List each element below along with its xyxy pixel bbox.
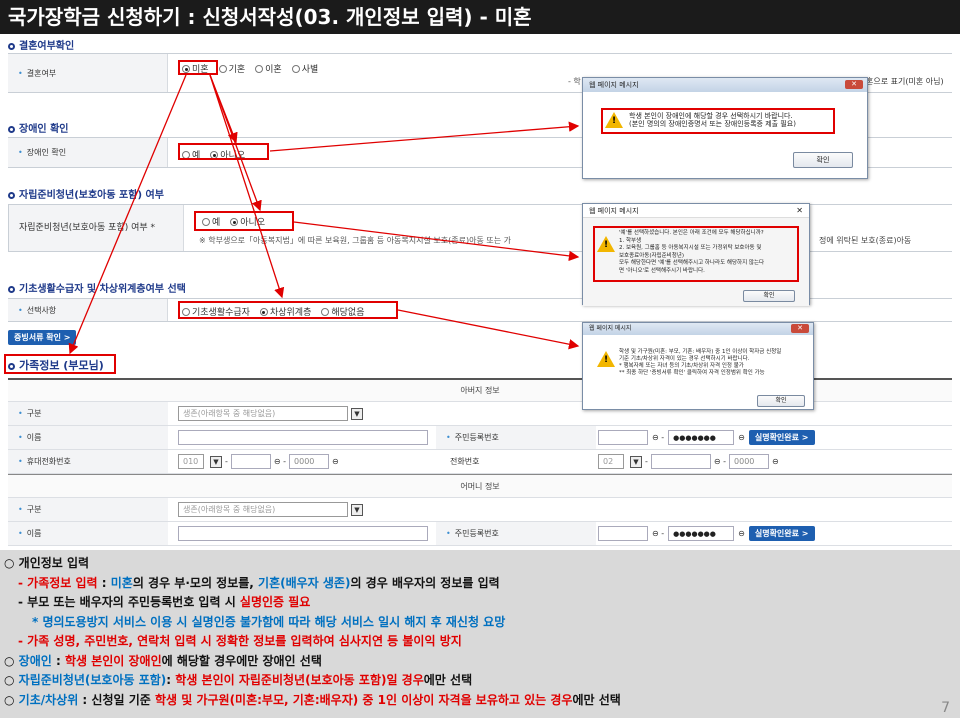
highlight-single [178, 60, 218, 75]
dialog-message: '예'를 선택하셨습니다. 본인은 아래 조건에 모두 해당하십니까? 1. 학… [619, 230, 765, 274]
dialog-title: 웹 페이지 메시지 [589, 81, 639, 89]
mother-type-row: • 구분 생존(아래항목 중 해당없음) ▼ [8, 498, 952, 522]
father-type-select[interactable]: 생존(아래항목 중 해당없음) [178, 406, 348, 421]
dialog-message: 학생 본인이 장애인에 해당할 경우 선택하시기 바랍니다. (본인 명의의 장… [629, 112, 796, 128]
independent-note-right: 정에 위탁된 보호(종료)아동 [819, 236, 912, 245]
evidence-check-button[interactable]: 증빙서류 확인 > [8, 330, 77, 345]
father-phone-row: • 휴대전화번호 010 ▼ - ⊖ -0000 ⊖ 전화번호 02 ▼ - ⊖ -0000 ⊖ [8, 450, 952, 474]
dialog-disabled: 웹 페이지 메시지 ✕ ! 학생 본인이 장애인에 해당할 경우 선택하시기 바랍… [582, 77, 868, 179]
chevron-down-icon[interactable]: ▼ [351, 503, 363, 516]
radio-widowed[interactable]: 사별 [291, 62, 318, 75]
close-icon[interactable]: ✕ [796, 204, 803, 218]
note-line-7: ○ 기초/차상위 : 신청일 기준 학생 및 가구원(미혼:부모, 기혼:배우자… [4, 692, 621, 707]
radio-divorced[interactable]: 이혼 [255, 62, 282, 75]
marriage-note-right: 혼으로 표기(미혼 아님) [866, 77, 944, 86]
mobile-prefix-select[interactable]: 010 [178, 454, 204, 469]
note-line-5: ○ 장애인 : 학생 본인이 장애인에 해당할 경우에만 장애인 선택 [4, 653, 322, 668]
notes-heading: ○ 개인정보 입력 [4, 556, 90, 570]
highlight-family [4, 354, 116, 374]
section-marriage-title: 결혼여부확인 [19, 41, 75, 52]
dialog-independent: 웹 페이지 메시지 ✕ ! '예'를 선택하셨습니다. 본인은 아래 조건에 모두… [582, 203, 810, 306]
father-rrn-front[interactable] [598, 430, 648, 445]
radio-married[interactable]: 기혼 [218, 62, 245, 75]
section-disabled: 장애인 확인 [8, 120, 68, 135]
close-icon[interactable]: ✕ [791, 324, 809, 333]
phone-prefix-select[interactable]: 02 [598, 454, 624, 469]
father-name-row: • 이름 • 주민등록번호 ⊖ - ●●●●●●● ⊖ 실명확인완료 > [8, 426, 952, 450]
phone-mid-input[interactable] [650, 454, 711, 469]
independent-note: ※ 학부생으로「아동복지법」에 따른 보육원, 그룹홈 등 아동복지시설 보호(… [199, 236, 511, 245]
mobile-last-input[interactable]: 0000 [289, 454, 330, 469]
dialog-welfare: 웹 페이지 메시지 ✕ ! 학생 및 가구원(미혼: 부모, 기혼: 배우자) 중… [582, 322, 814, 410]
chevron-down-icon[interactable]: ▼ [210, 455, 222, 468]
father-verified-button[interactable]: 실명확인완료 > [748, 430, 815, 445]
mother-rrn-back[interactable]: ●●●●●●● [668, 526, 735, 541]
note-line-1: - 가족정보 입력 : 미혼의 경우 부·모의 정보를, 기혼(배우자 생존)의… [18, 575, 500, 590]
close-icon[interactable]: ✕ [845, 80, 863, 89]
section-independent: 자립준비청년(보호아동 포함) 여부 [8, 186, 164, 201]
independent-label: 자립준비청년(보호아동 포함) 여부 * [9, 205, 184, 251]
mother-verified-button[interactable]: 실명확인완료 > [748, 526, 815, 541]
page-number: 7 [941, 700, 950, 716]
marriage-note-left: - 학 [568, 77, 581, 86]
note-line-6: ○ 자립준비청년(보호아동 포함): 학생 본인이 자립준비청년(보호아동 포함… [4, 673, 473, 687]
dialog-title: 웹 페이지 메시지 [589, 325, 632, 332]
highlight-independent [194, 211, 294, 231]
mobile-mid-input[interactable] [230, 454, 271, 469]
mother-name-row: • 이름 • 주민등록번호 ⊖ - ●●●●●●● ⊖ 실명확인완료 > [8, 522, 952, 546]
chevron-down-icon[interactable]: ▼ [630, 455, 642, 468]
father-name-input[interactable] [178, 430, 428, 445]
phone-label: 전화번호 [436, 450, 596, 473]
independent-row: 자립준비청년(보호아동 포함) 여부 * 예 아니오 ※ 학부생으로「아동복지법… [8, 204, 952, 252]
marriage-label: • 결혼여부 [8, 54, 168, 92]
chevron-down-icon[interactable]: ▼ [351, 407, 363, 420]
warning-icon: ! [597, 351, 615, 367]
mother-rrn-front[interactable] [598, 526, 648, 541]
disabled-label: • 장애인 확인 [8, 138, 168, 167]
dialog-message: 학생 및 가구원(미혼: 부모, 기혼: 배우자) 중 1인 이상이 학자금 신… [619, 349, 782, 376]
dialog-ok-button[interactable]: 확인 [743, 290, 795, 302]
note-line-3: * 명의도용방지 서비스 이용 시 실명인증 불가함에 따라 해당 서비스 일시… [32, 614, 506, 629]
mother-type-select[interactable]: 생존(아래항목 중 해당없음) [178, 502, 348, 517]
phone-last-input[interactable]: 0000 [729, 454, 770, 469]
welfare-row: • 선택사항 기초생활수급자 차상위계층 해당없음 [8, 298, 952, 322]
section-marriage: 결혼여부확인 [8, 37, 74, 52]
note-line-4: - 가족 성명, 주민번호, 연락처 입력 시 정확한 정보를 입력하여 심사지… [18, 634, 462, 648]
dialog-ok-button[interactable]: 확인 [793, 152, 853, 168]
father-rrn-back[interactable]: ●●●●●●● [668, 430, 735, 445]
highlight-welfare [178, 301, 398, 319]
highlight-disabled [178, 143, 269, 160]
note-line-2: - 부모 또는 배우자의 주민등록번호 입력 시 실명인증 필요 [18, 595, 311, 609]
dialog-title: 웹 페이지 메시지 [589, 207, 639, 215]
mother-header-row: 어머니 정보 [8, 474, 952, 498]
section-welfare: 기초생활수급자 및 차상위계층여부 선택 [8, 280, 186, 295]
welfare-label: • 선택사항 [8, 299, 168, 321]
dialog-ok-button[interactable]: 확인 [757, 395, 805, 407]
mother-name-input[interactable] [178, 526, 428, 541]
mother-header: 어머니 정보 [8, 475, 952, 497]
slide-title: 국가장학금 신청하기 : 신청서작성(03. 개인정보 입력) - 미혼 [0, 0, 960, 34]
notes-panel: ○ 개인정보 입력 - 가족정보 입력 : 미혼의 경우 부·모의 정보를, 기… [0, 550, 960, 718]
